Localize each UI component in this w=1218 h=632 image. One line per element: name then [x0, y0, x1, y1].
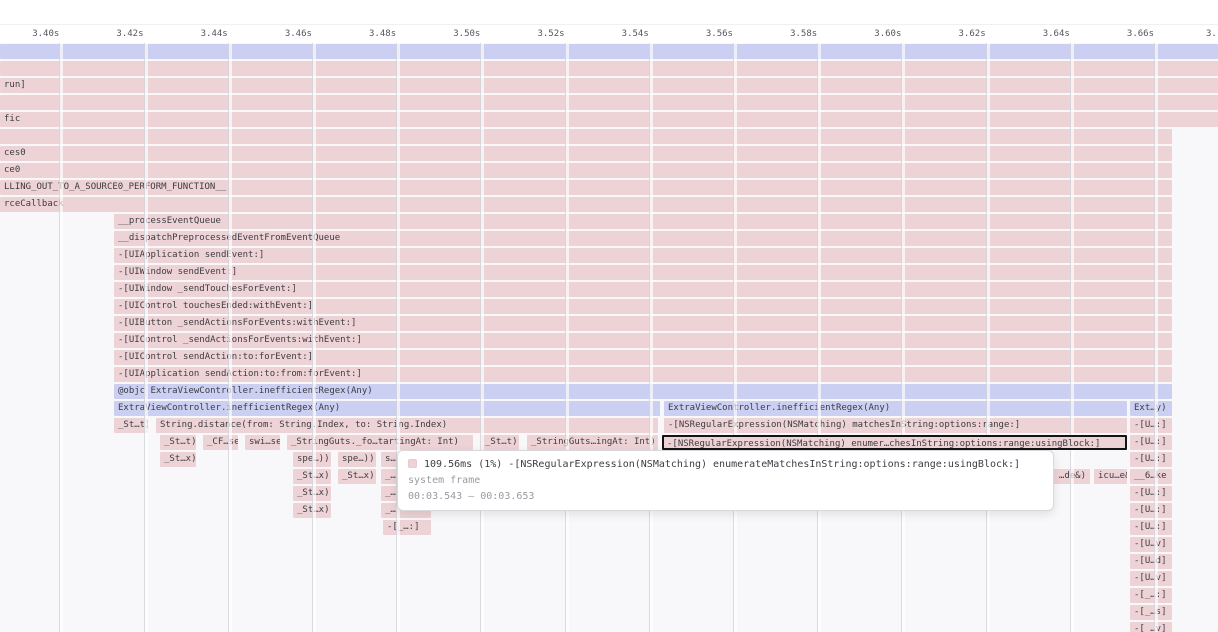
flame-frame[interactable]: ce0 [0, 163, 1172, 178]
flame-frame[interactable]: -[U…:] [1130, 503, 1172, 518]
tooltip-duration: 109.56ms [424, 459, 472, 470]
flame-frame[interactable]: _St…x) [160, 452, 196, 467]
time-tick-label: 3.64s [1020, 29, 1070, 39]
flame-chart[interactable]: run] fic ces0 ce0 LLING_OUT_TO_A_SOURCE0_PER… [0, 0, 1218, 632]
flame-frame[interactable]: -[_…:] [383, 520, 431, 535]
flame-frame[interactable]: -[UIApplication sendEvent:] [114, 248, 1172, 263]
time-tick-label: 3.62s [936, 29, 986, 39]
flame-frame[interactable]: -[UIApplication sendAction:to:from:forEv… [114, 367, 1172, 382]
flame-frame[interactable] [0, 61, 1218, 76]
flame-frame[interactable]: Ext…y) [1130, 401, 1172, 416]
flame-frame[interactable]: -[U…:] [1130, 520, 1172, 535]
flame-frame[interactable]: -[U…:] [1130, 435, 1172, 450]
gridline [565, 43, 569, 632]
flame-frame[interactable]: __dispatchPreprocessedEventFromEventQueu… [114, 231, 1172, 246]
time-tick-label: 3. [1206, 29, 1218, 39]
time-tick-label: 3.58s [767, 29, 817, 39]
gridline [649, 43, 653, 632]
flame-frame[interactable]: -[U…v] [1130, 571, 1172, 586]
flame-frame[interactable]: ExtraViewController.inefficientRegex(Any… [114, 401, 660, 416]
time-tick-label: 3.56s [683, 29, 733, 39]
flame-frame[interactable] [0, 95, 1218, 110]
gridline [817, 43, 821, 632]
gridline [1154, 43, 1158, 632]
time-tick-label: 3.54s [599, 29, 649, 39]
flame-frame[interactable]: ces0 [0, 146, 1172, 161]
tooltip-frame-name: -[NSRegularExpression(NSMatching) enumer… [508, 459, 1020, 470]
flame-frame[interactable]: rceCallback [0, 197, 1172, 212]
gridline [901, 43, 905, 632]
flame-frame[interactable]: -[U…:] [1130, 486, 1172, 501]
gridline [228, 43, 232, 632]
tooltip-frame-kind: system frame [408, 473, 1043, 489]
flame-frame[interactable]: -[UIWindow _sendTouchesForEvent:] [114, 282, 1172, 297]
time-tick-label: 3.44s [178, 29, 228, 39]
flame-frame[interactable]: fic [0, 112, 1218, 127]
tooltip-percent: (1%) [478, 459, 502, 470]
tooltip-time-range: 00:03.543 — 00:03.653 [408, 489, 1043, 505]
flame-frame[interactable]: __processEventQueue [114, 214, 1172, 229]
tooltip-title: 109.56ms (1%) -[NSRegularExpression(NSMa… [408, 457, 1043, 473]
flame-frame[interactable]: spe…)) [338, 452, 376, 467]
flame-frame[interactable]: _CF…se [203, 435, 238, 450]
time-tick-label: 3.50s [430, 29, 480, 39]
time-tick-label: 3.40s [9, 29, 59, 39]
flame-frame[interactable]: @objc ExtraViewController.inefficientReg… [114, 384, 1172, 399]
gridline [312, 43, 316, 632]
flame-frame[interactable]: -[UIControl _sendActionsForEvents:withEv… [114, 333, 1172, 348]
gridline [480, 43, 484, 632]
gridline [986, 43, 990, 632]
flame-frame[interactable]: swi…se [245, 435, 280, 450]
gridline [144, 43, 148, 632]
time-tick-label: 3.60s [851, 29, 901, 39]
frame-color-swatch [408, 459, 417, 468]
frame-tooltip: 109.56ms (1%) -[NSRegularExpression(NSMa… [397, 450, 1054, 511]
time-tick-label: 3.46s [262, 29, 312, 39]
flame-frame[interactable] [0, 44, 1218, 59]
gridline [733, 43, 737, 632]
flame-frame[interactable]: -[U…d] [1130, 554, 1172, 569]
flame-frame[interactable]: -[U…:] [1130, 452, 1172, 467]
flame-frame[interactable]: _St…t) [481, 435, 519, 450]
time-ruler[interactable]: 3.40s 3.42s 3.44s 3.46s 3.48s 3.50s 3.52s 3.54s… [0, 25, 1218, 43]
time-tick-label: 3.48s [346, 29, 396, 39]
flame-frame[interactable]: __6…ke [1130, 469, 1172, 484]
flame-frame[interactable]: -[UIControl touchesEnded:withEvent:] [114, 299, 1172, 314]
flame-frame[interactable]: _St…x) [338, 469, 376, 484]
flame-frame-selected[interactable]: -[NSRegularExpression(NSMatching) enumer… [662, 435, 1127, 450]
flame-frame[interactable]: LLING_OUT_TO_A_SOURCE0_PERFORM_FUNCTION_… [0, 180, 1172, 195]
flame-frame[interactable]: -[U…v] [1130, 537, 1172, 552]
flame-frame[interactable]: -[UIButton _sendActionsForEvents:withEve… [114, 316, 1172, 331]
flame-frame[interactable]: run] [0, 78, 1218, 93]
gridline [59, 43, 63, 632]
gridline [1070, 43, 1074, 632]
flame-frame[interactable]: icu…e&) [1094, 469, 1127, 484]
time-tick-label: 3.42s [94, 29, 144, 39]
flame-frame[interactable]: _StringGuts…ingAt: Int) [527, 435, 658, 450]
instruments-flame-graph: 3.40s 3.42s 3.44s 3.46s 3.48s 3.50s 3.52s 3.54s… [0, 0, 1218, 632]
toolbar-strip [0, 0, 1218, 25]
flame-frame[interactable]: -[U…:] [1130, 418, 1172, 433]
flame-frame[interactable]: -[_…v] [1130, 622, 1172, 632]
time-tick-label: 3.66s [1104, 29, 1154, 39]
time-tick-label: 3.52s [515, 29, 565, 39]
flame-frame[interactable]: _St…t) [160, 435, 196, 450]
flame-frame[interactable]: -[_…s] [1130, 605, 1172, 620]
gridline [396, 43, 400, 632]
flame-frame[interactable] [0, 129, 1172, 144]
flame-frame[interactable]: -[UIControl sendAction:to:forEvent:] [114, 350, 1172, 365]
flame-frame[interactable]: -[UIWindow sendEvent:] [114, 265, 1172, 280]
flame-frame[interactable]: -[_…:] [1130, 588, 1172, 603]
